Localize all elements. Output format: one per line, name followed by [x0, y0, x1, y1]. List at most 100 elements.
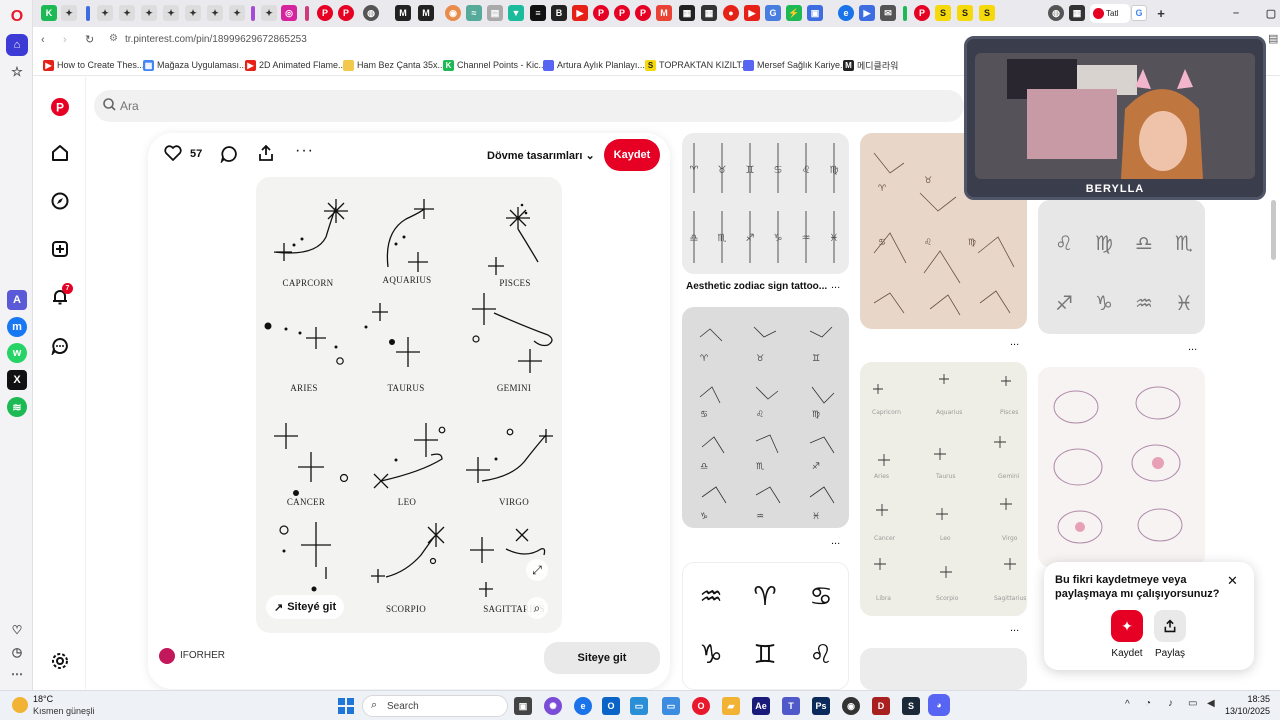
- bookmark-item[interactable]: ▶ 2D Animated Flame...: [245, 58, 346, 72]
- feed-more-icon[interactable]: ...: [1010, 336, 1019, 348]
- copilot-icon[interactable]: ✺: [544, 697, 562, 715]
- tab-dark-icon[interactable]: ▦: [701, 5, 717, 21]
- feed-pin[interactable]: ♈ ♉ ♊ ♋ ♌ ♍ ♎ ♏ ♐ ♑ ♒ ♓: [682, 307, 849, 528]
- aria-icon[interactable]: A: [7, 290, 27, 310]
- explore-icon[interactable]: [49, 190, 71, 212]
- opera-logo-icon[interactable]: O: [7, 7, 27, 27]
- feed-caption[interactable]: Aesthetic zodiac sign tattoo...: [686, 281, 827, 292]
- monitor-icon[interactable]: ▭: [662, 697, 680, 715]
- visual-search-icon[interactable]: ⌕: [526, 597, 548, 619]
- feed-more-icon[interactable]: ...: [1010, 622, 1019, 634]
- comment-icon[interactable]: [220, 145, 238, 168]
- tab-pinterest-icon[interactable]: P: [614, 5, 630, 21]
- after-effects-icon[interactable]: Ae: [752, 697, 770, 715]
- obs-icon[interactable]: ◉: [842, 697, 860, 715]
- tab-dark-icon[interactable]: ▦: [679, 5, 695, 21]
- tab-pinterest-icon[interactable]: P: [914, 5, 930, 21]
- visit-site-overlay-button[interactable]: ↗ Siteyé git: [266, 595, 345, 619]
- history-icon[interactable]: ◷: [7, 642, 27, 662]
- tab-m-icon[interactable]: M: [395, 5, 411, 21]
- tab-gmail-icon[interactable]: M: [656, 5, 672, 21]
- photoshop-icon[interactable]: Ps: [812, 697, 830, 715]
- minimize-icon[interactable]: –: [1228, 5, 1244, 21]
- pin-image[interactable]: CAPRCORN AQUARIUS PISCES ARIES TAURUS GE…: [256, 177, 562, 633]
- reload-icon[interactable]: ↻: [85, 33, 94, 46]
- tab-grey-icon[interactable]: ✉: [880, 5, 896, 21]
- feed-pin[interactable]: [860, 648, 1027, 690]
- bookmark-item[interactable]: K Channel Points - Kic...: [443, 58, 546, 72]
- clock-date[interactable]: 13/10/2025: [1212, 706, 1270, 716]
- dota-icon[interactable]: D: [872, 697, 890, 715]
- tab-pinterest-icon[interactable]: P: [338, 5, 354, 21]
- home-icon[interactable]: ⌂: [6, 34, 28, 56]
- spotify-icon[interactable]: ≋: [7, 397, 27, 417]
- tab-sparkle-icon[interactable]: ✦: [97, 5, 113, 21]
- tab-sparkle-icon[interactable]: ✦: [61, 5, 77, 21]
- tab-teal-icon[interactable]: ▼: [508, 5, 524, 21]
- visit-site-button[interactable]: Siteye git: [544, 642, 660, 674]
- popup-save-button[interactable]: ✦: [1111, 610, 1143, 642]
- taskbar-search[interactable]: ⌕ Search: [362, 695, 508, 717]
- author-name[interactable]: IFORHER: [180, 650, 225, 661]
- whatsapp-icon[interactable]: w: [7, 343, 27, 363]
- like-icon[interactable]: [164, 145, 182, 167]
- weather-temp[interactable]: 18°C: [33, 694, 53, 704]
- tab-sparkle-icon[interactable]: ✦: [163, 5, 179, 21]
- tab-sparkle-icon[interactable]: ✦: [141, 5, 157, 21]
- tab-sparkle-icon[interactable]: ✦: [207, 5, 223, 21]
- tab-blue-icon[interactable]: ▶: [859, 5, 875, 21]
- tab-red-icon[interactable]: ●: [723, 5, 739, 21]
- pinboard-icon[interactable]: ☆: [7, 62, 27, 82]
- save-button[interactable]: Kaydet: [604, 139, 660, 171]
- tray-wifi-icon[interactable]: ◔: [1145, 698, 1151, 709]
- feed-more-icon[interactable]: ...: [1188, 341, 1197, 353]
- tab-sparkle-icon[interactable]: ✦: [261, 5, 277, 21]
- bookmark-item[interactable]: Mersef Sağlık Kariye...: [743, 58, 848, 72]
- feed-pin[interactable]: ♈ ♉ ♊ ♋ ♌ ♍ ♎ ♏ ♐ ♑ ♒ ♓: [682, 133, 849, 274]
- tab-pinterest-icon[interactable]: P: [317, 5, 333, 21]
- tab-dark-icon[interactable]: B: [551, 5, 567, 21]
- site-info-icon[interactable]: ⚙: [109, 33, 118, 44]
- tab-translate-icon[interactable]: G: [765, 5, 781, 21]
- tab-instagram-icon[interactable]: ◎: [281, 5, 297, 21]
- steam-icon[interactable]: S: [902, 697, 920, 715]
- tab-youtube-icon[interactable]: ▶: [744, 5, 760, 21]
- feed-pin[interactable]: Capricorn Aquarius Pisces Aries Taurus Gemin…: [860, 362, 1027, 616]
- more-icon[interactable]: ⋯: [7, 664, 27, 684]
- opera-icon[interactable]: O: [692, 697, 710, 715]
- bookmark-item[interactable]: ▶ How to Create Thes...: [43, 58, 144, 72]
- expand-icon[interactable]: ⤢: [526, 559, 548, 581]
- close-icon[interactable]: ✕: [1227, 573, 1238, 589]
- notifications-icon[interactable]: 7: [49, 283, 73, 308]
- tab-youtube-icon[interactable]: ▶: [572, 5, 588, 21]
- clock-time[interactable]: 18:35: [1226, 694, 1270, 704]
- messenger-icon[interactable]: m: [7, 317, 27, 337]
- tab-google-icon[interactable]: G: [1131, 5, 1147, 21]
- search-input[interactable]: [120, 99, 920, 113]
- more-options-icon[interactable]: ···: [295, 142, 314, 160]
- tray-chevron-icon[interactable]: ^: [1125, 699, 1130, 710]
- tab-edge-icon[interactable]: e: [838, 5, 854, 21]
- page-scrollbar[interactable]: [1271, 200, 1276, 260]
- board-select[interactable]: Dövme tasarımları ⌄: [487, 149, 595, 162]
- tab-grey-icon[interactable]: ▤: [487, 5, 503, 21]
- author-avatar[interactable]: [159, 648, 175, 664]
- tab-s-icon[interactable]: S: [957, 5, 973, 21]
- feed-more-icon[interactable]: ...: [831, 279, 840, 291]
- discord-icon[interactable]: ◕: [928, 694, 950, 716]
- new-tab-plus-icon[interactable]: +: [1153, 5, 1169, 21]
- popup-share-button[interactable]: [1154, 610, 1186, 642]
- tab-s-icon[interactable]: S: [979, 5, 995, 21]
- create-icon[interactable]: [49, 238, 71, 260]
- feed-more-icon[interactable]: ...: [831, 535, 840, 547]
- heart-icon[interactable]: ♡: [7, 620, 27, 640]
- tab-m-icon[interactable]: M: [418, 5, 434, 21]
- tab-pinterest-icon[interactable]: P: [593, 5, 609, 21]
- maximize-icon[interactable]: ▢: [1263, 5, 1279, 21]
- tab-s-icon[interactable]: S: [935, 5, 951, 21]
- messages-icon[interactable]: [49, 335, 71, 357]
- tv-icon[interactable]: ▭: [630, 697, 648, 715]
- url-field[interactable]: tr.pinterest.com/pin/18999629672865253: [125, 34, 307, 45]
- share-icon[interactable]: [257, 144, 275, 167]
- tab-green-icon[interactable]: ≈: [466, 5, 482, 21]
